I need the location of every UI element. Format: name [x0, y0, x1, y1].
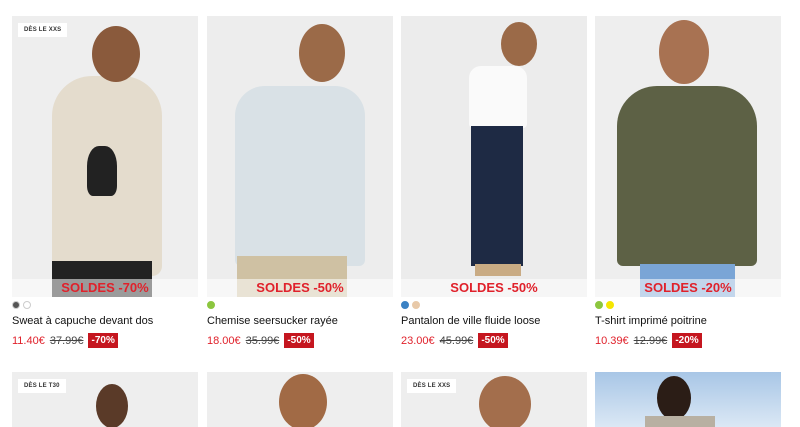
- product-badge: DÈS LE T30: [18, 379, 66, 393]
- product-image[interactable]: SOLDES -50%: [207, 16, 393, 297]
- product-card[interactable]: SOLDES -50% Chemise seersucker rayée 18.…: [207, 16, 393, 348]
- sale-price: 23.00€: [401, 334, 435, 347]
- product-image[interactable]: [207, 372, 393, 427]
- price-row: 23.00€ 45.99€ -50%: [401, 333, 587, 348]
- original-price: 45.99€: [439, 334, 474, 347]
- color-swatch[interactable]: [401, 301, 409, 309]
- color-swatch[interactable]: [595, 301, 603, 309]
- product-title[interactable]: Sweat à capuche devant dos: [12, 315, 198, 327]
- product-image[interactable]: [595, 372, 781, 427]
- sale-banner: SOLDES -20%: [595, 279, 781, 297]
- sale-price: 18.00€: [207, 334, 241, 347]
- color-swatches: [595, 301, 781, 309]
- product-grid: DÈS LE XXS SOLDES -70% Sweat à capuche d…: [0, 0, 800, 427]
- color-swatch[interactable]: [207, 301, 215, 309]
- color-swatches: [207, 301, 393, 309]
- product-image[interactable]: DÈS LE XXS: [401, 372, 587, 427]
- product-badge: DÈS LE XXS: [18, 23, 68, 37]
- discount-badge: -20%: [672, 333, 702, 348]
- color-swatch[interactable]: [412, 301, 420, 309]
- price-row: 18.00€ 35.99€ -50%: [207, 333, 393, 348]
- product-image[interactable]: SOLDES -20%: [595, 16, 781, 297]
- discount-badge: -50%: [284, 333, 314, 348]
- original-price: 37.99€: [49, 334, 84, 347]
- product-card[interactable]: [595, 372, 781, 427]
- product-card[interactable]: DÈS LE T30: [12, 372, 198, 427]
- product-title[interactable]: Chemise seersucker rayée: [207, 315, 393, 327]
- sale-banner: SOLDES -70%: [12, 279, 198, 297]
- product-card[interactable]: [207, 372, 393, 427]
- color-swatch[interactable]: [23, 301, 31, 309]
- product-image[interactable]: SOLDES -50%: [401, 16, 587, 297]
- discount-badge: -50%: [478, 333, 508, 348]
- product-image[interactable]: DÈS LE XXS SOLDES -70%: [12, 16, 198, 297]
- product-card[interactable]: DÈS LE XXS: [401, 372, 587, 427]
- original-price: 35.99€: [245, 334, 280, 347]
- sale-price: 11.40€: [12, 334, 45, 347]
- product-card[interactable]: SOLDES -50% Pantalon de ville fluide loo…: [401, 16, 587, 348]
- color-swatch[interactable]: [606, 301, 614, 309]
- product-title[interactable]: Pantalon de ville fluide loose: [401, 315, 587, 327]
- product-title[interactable]: T-shirt imprimé poitrine: [595, 315, 781, 327]
- original-price: 12.99€: [633, 334, 668, 347]
- discount-badge: -70%: [88, 333, 118, 348]
- product-card[interactable]: DÈS LE XXS SOLDES -70% Sweat à capuche d…: [12, 16, 198, 348]
- sale-banner: SOLDES -50%: [401, 279, 587, 297]
- product-badge: DÈS LE XXS: [407, 379, 457, 393]
- price-row: 11.40€ 37.99€ -70%: [12, 333, 198, 348]
- color-swatches: [401, 301, 587, 309]
- sale-banner: SOLDES -50%: [207, 279, 393, 297]
- product-image[interactable]: DÈS LE T30: [12, 372, 198, 427]
- sale-price: 10.39€: [595, 334, 629, 347]
- price-row: 10.39€ 12.99€ -20%: [595, 333, 781, 348]
- product-card[interactable]: SOLDES -20% T-shirt imprimé poitrine 10.…: [595, 16, 781, 348]
- color-swatch[interactable]: [12, 301, 20, 309]
- color-swatches: [12, 301, 198, 309]
